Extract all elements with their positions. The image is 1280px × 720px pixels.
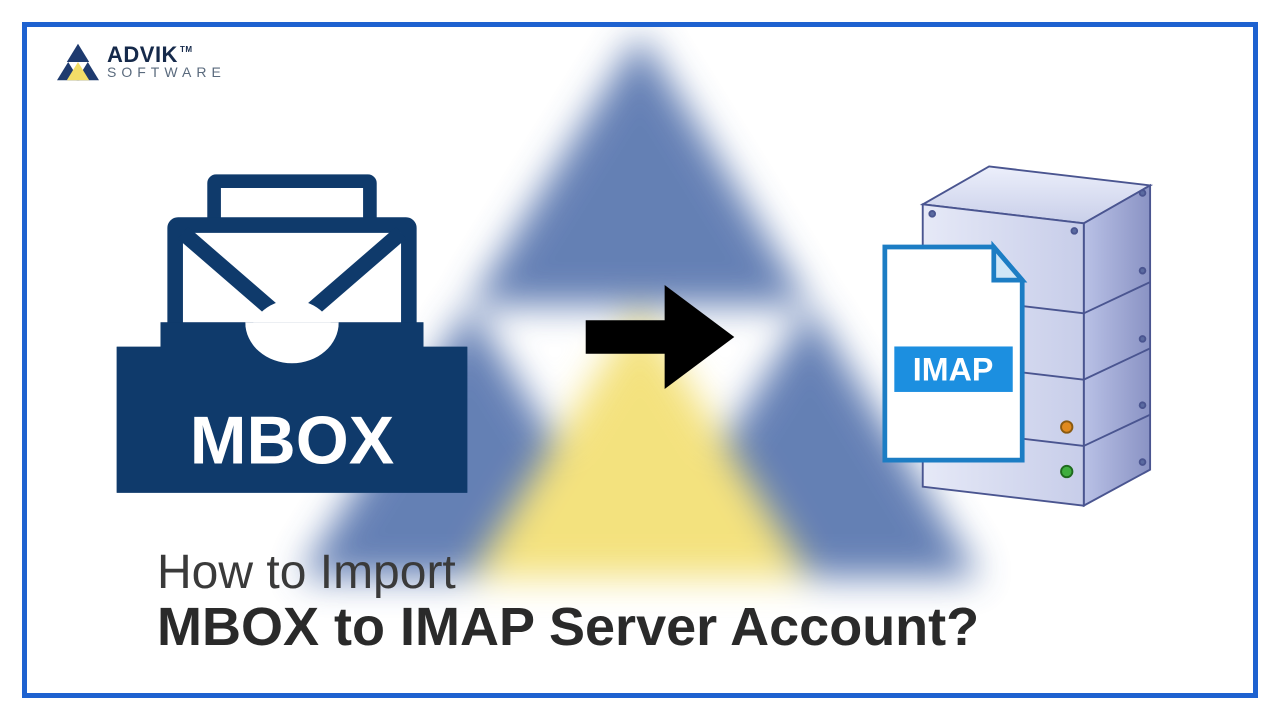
brand-name: ADVIK	[107, 45, 178, 66]
brand-tm: TM	[180, 46, 193, 54]
banner-frame: ADVIK TM SOFTWARE	[22, 22, 1258, 698]
headline-line2: MBOX to IMAP Server Account?	[157, 596, 1193, 658]
headline-line1: How to Import	[157, 545, 1193, 600]
headline: How to Import MBOX to IMAP Server Accoun…	[157, 545, 1193, 658]
brand-logo: ADVIK TM SOFTWARE	[57, 41, 226, 83]
arrow-right-icon	[575, 272, 745, 402]
mbox-icon: MBOX	[107, 167, 477, 507]
brand-subline: SOFTWARE	[107, 66, 226, 79]
logo-mark-icon	[57, 41, 99, 83]
mbox-label: MBOX	[190, 403, 394, 479]
illustration-row: MBOX	[107, 157, 1173, 517]
imap-server-icon: IMAP	[843, 157, 1173, 517]
imap-label: IMAP	[913, 352, 994, 388]
